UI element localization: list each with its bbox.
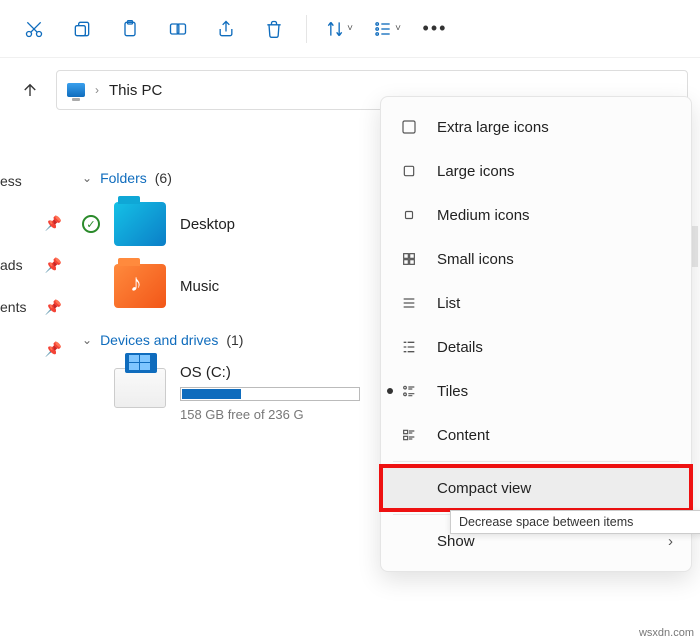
drive-icon bbox=[114, 368, 166, 408]
chevron-right-icon: › bbox=[95, 83, 99, 97]
menu-item-compact-view[interactable]: Compact view bbox=[381, 466, 691, 510]
sidebar-item[interactable]: 📌 bbox=[0, 328, 70, 370]
menu-label: Details bbox=[437, 339, 483, 356]
pin-icon: 📌 bbox=[45, 341, 62, 358]
chevron-down-icon: ⌄ bbox=[82, 171, 92, 185]
menu-label: Extra large icons bbox=[437, 119, 549, 136]
menu-label: Tiles bbox=[437, 383, 468, 400]
menu-item-large-icons[interactable]: Large icons bbox=[381, 149, 691, 193]
menu-item-content[interactable]: Content bbox=[381, 413, 691, 457]
medium-icons-icon bbox=[399, 205, 419, 225]
menu-item-extra-large-icons[interactable]: Extra large icons bbox=[381, 105, 691, 149]
sidebar: ess 📌 ads📌 ents📌 📌 bbox=[0, 160, 70, 370]
folder-name: Desktop bbox=[180, 216, 235, 233]
pin-icon: 📌 bbox=[45, 257, 62, 274]
folder-icon bbox=[114, 202, 166, 246]
copy-button[interactable] bbox=[60, 9, 104, 49]
menu-label: Content bbox=[437, 427, 490, 444]
small-icons-icon bbox=[399, 249, 419, 269]
details-icon bbox=[399, 337, 419, 357]
more-button[interactable]: ••• bbox=[413, 9, 457, 49]
chevron-right-icon: › bbox=[668, 533, 673, 550]
sort-button[interactable]: ˅ bbox=[317, 9, 361, 49]
view-menu: Extra large icons Large icons Medium ico… bbox=[380, 96, 692, 572]
drive-name: OS (C:) bbox=[180, 364, 360, 381]
rename-button[interactable] bbox=[156, 9, 200, 49]
watermark: wsxdn.com bbox=[639, 627, 694, 639]
group-label: Folders bbox=[100, 170, 147, 186]
selected-bullet bbox=[387, 388, 393, 394]
menu-label: Compact view bbox=[437, 480, 531, 497]
group-count: (1) bbox=[226, 332, 243, 348]
menu-separator bbox=[393, 461, 679, 462]
menu-label: List bbox=[437, 295, 460, 312]
folder-item-desktop[interactable]: ✓ Desktop bbox=[82, 202, 332, 246]
up-arrow-icon bbox=[21, 81, 39, 99]
pin-icon: 📌 bbox=[45, 299, 62, 316]
folder-name: Music bbox=[180, 278, 219, 295]
folder-item-music[interactable]: Music bbox=[82, 264, 332, 308]
share-icon bbox=[216, 19, 236, 39]
toolbar: ˅ ˅ ••• bbox=[0, 0, 700, 58]
menu-item-medium-icons[interactable]: Medium icons bbox=[381, 193, 691, 237]
up-button[interactable] bbox=[12, 72, 48, 108]
paste-icon bbox=[120, 19, 140, 39]
folder-icon bbox=[114, 264, 166, 308]
menu-label: Show bbox=[437, 533, 475, 550]
menu-item-details[interactable]: Details bbox=[381, 325, 691, 369]
group-count: (6) bbox=[155, 170, 172, 186]
sidebar-item[interactable]: 📌 bbox=[0, 202, 70, 244]
list-icon bbox=[399, 293, 419, 313]
sidebar-item[interactable]: ess bbox=[0, 160, 70, 202]
cut-icon bbox=[24, 19, 44, 39]
menu-item-small-icons[interactable]: Small icons bbox=[381, 237, 691, 281]
paste-button[interactable] bbox=[108, 9, 152, 49]
cut-button[interactable] bbox=[12, 9, 56, 49]
sort-icon bbox=[325, 19, 345, 39]
breadcrumb-location[interactable]: This PC bbox=[109, 82, 162, 99]
delete-icon bbox=[264, 19, 284, 39]
checkmark-icon: ✓ bbox=[82, 215, 100, 233]
more-icon: ••• bbox=[423, 18, 448, 39]
content-icon bbox=[399, 425, 419, 445]
toolbar-separator bbox=[306, 15, 307, 43]
view-icon bbox=[373, 19, 393, 39]
drive-free-text: 158 GB free of 236 G bbox=[180, 407, 360, 422]
menu-label: Large icons bbox=[437, 163, 515, 180]
tooltip: Decrease space between items bbox=[450, 510, 700, 534]
extra-large-icons-icon bbox=[399, 117, 419, 137]
chevron-down-icon: ⌄ bbox=[82, 333, 92, 347]
large-icons-icon bbox=[399, 161, 419, 181]
tiles-icon bbox=[399, 381, 419, 401]
group-label: Devices and drives bbox=[100, 332, 218, 348]
rename-icon bbox=[168, 19, 188, 39]
sidebar-item[interactable]: ents📌 bbox=[0, 286, 70, 328]
drive-info: OS (C:) 158 GB free of 236 G bbox=[180, 364, 360, 422]
this-pc-icon bbox=[67, 83, 85, 97]
sidebar-item[interactable]: ads📌 bbox=[0, 244, 70, 286]
menu-label: Small icons bbox=[437, 251, 514, 268]
view-button[interactable]: ˅ bbox=[365, 9, 409, 49]
copy-icon bbox=[72, 19, 92, 39]
delete-button[interactable] bbox=[252, 9, 296, 49]
menu-item-tiles[interactable]: Tiles bbox=[381, 369, 691, 413]
share-button[interactable] bbox=[204, 9, 248, 49]
pin-icon: 📌 bbox=[45, 215, 62, 232]
drive-usage-bar bbox=[180, 387, 360, 401]
menu-item-list[interactable]: List bbox=[381, 281, 691, 325]
menu-label: Medium icons bbox=[437, 207, 530, 224]
